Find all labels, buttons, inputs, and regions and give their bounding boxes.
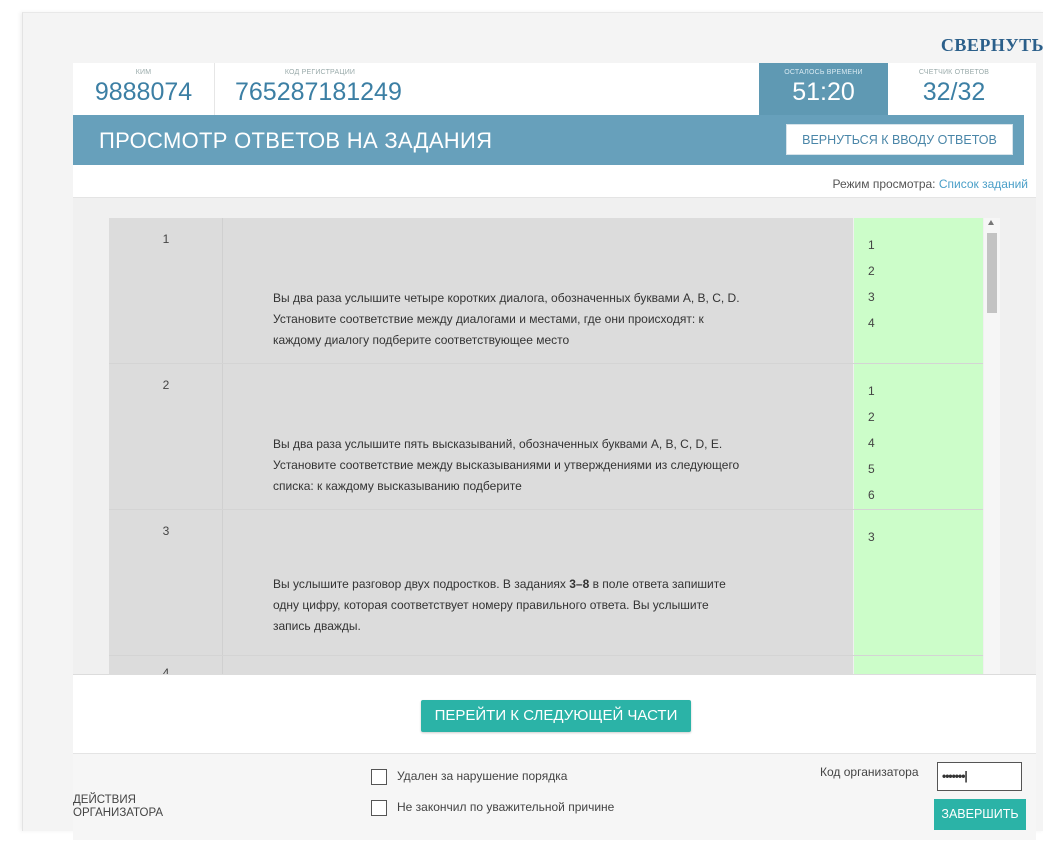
task-list-area: 1 Вы два раза услышите четыре коротких д…	[73, 197, 1036, 675]
organizer-code-input[interactable]: •••••••|	[937, 762, 1022, 791]
answer-value: 3	[868, 290, 875, 304]
organizer-code-label: Код организатора	[820, 765, 919, 779]
task-number: 4	[162, 666, 170, 674]
exam-window: СВЕРНУТЬ КИМ 9888074 КОД РЕГИСТРАЦИИ 765…	[22, 12, 1043, 840]
removed-checkbox-row[interactable]: Удален за нарушение порядка	[371, 769, 567, 785]
info-bar: КИМ 9888074 КОД РЕГИСТРАЦИИ 765287181249…	[73, 63, 1036, 115]
not-finished-checkbox[interactable]	[371, 800, 387, 816]
task-text: Вы два раза услышите четыре коротких диа…	[273, 291, 740, 347]
task-answers: 3	[868, 524, 875, 550]
answer-value: 4	[868, 436, 875, 450]
task-answers: 1	[868, 666, 875, 674]
task-answer-column: 1	[854, 656, 983, 674]
review-panel: КИМ 9888074 КОД РЕГИСТРАЦИИ 765287181249…	[73, 63, 1036, 840]
organizer-actions-footer: ДЕЙСТВИЯ ОРГАНИЗАТОРА Удален за нарушени…	[73, 753, 1036, 840]
answer-value: 5	[868, 462, 875, 476]
view-mode-label: Режим просмотра:	[832, 177, 936, 191]
task-answer-column: 1 2 4 5 6	[854, 364, 983, 509]
not-finished-checkbox-label: Не закончил по уважительной причине	[397, 800, 615, 815]
task-row[interactable]: 3 Вы услышите разговор двух подростков. …	[109, 510, 983, 656]
finish-button[interactable]: ЗАВЕРШИТЬ	[934, 799, 1026, 830]
task-answer-column: 3	[854, 510, 983, 655]
task-number: 1	[162, 232, 170, 246]
task-text-column: Вы два раза услышите четыре коротких диа…	[223, 218, 853, 363]
kim-value: 9888074	[94, 78, 193, 106]
task-answers: 1 2 3 4	[868, 232, 875, 336]
registration-caption: КОД РЕГИСТРАЦИИ	[284, 69, 356, 76]
answer-counter-caption: СЧЕТЧИК ОТВЕТОВ	[918, 69, 990, 76]
answer-counter-value: 32/32	[922, 78, 986, 106]
answer-counter-cell: СЧЕТЧИК ОТВЕТОВ 32/32	[888, 63, 1020, 115]
answer-value: 2	[868, 264, 875, 278]
scroll-thumb[interactable]	[987, 233, 997, 313]
timer-cell: ОСТАЛОСЬ ВРЕМЕНИ 51:20	[759, 63, 888, 115]
task-row[interactable]: 4 1	[109, 656, 983, 674]
task-list[interactable]: 1 Вы два раза услышите четыре коротких д…	[109, 218, 983, 674]
registration-cell: КОД РЕГИСТРАЦИИ 765287181249	[215, 63, 415, 115]
scrollbar[interactable]	[984, 218, 1000, 674]
timer-value: 51:20	[792, 78, 855, 106]
kim-cell: КИМ 9888074	[73, 63, 215, 115]
answer-value: 1	[868, 238, 875, 252]
answer-value: 3	[868, 530, 875, 544]
task-text-column: Вы два раза услышите пять высказываний, …	[223, 364, 853, 509]
timer-caption: ОСТАЛОСЬ ВРЕМЕНИ	[784, 69, 863, 76]
page-title: ПРОСМОТР ОТВЕТОВ НА ЗАДАНИЯ	[99, 128, 493, 153]
view-mode-link[interactable]: Список заданий	[939, 177, 1028, 191]
task-text-column	[223, 656, 853, 674]
title-bar: ПРОСМОТР ОТВЕТОВ НА ЗАДАНИЯ ВЕРНУТЬСЯ К …	[73, 115, 1024, 165]
back-to-answers-button[interactable]: ВЕРНУТЬСЯ К ВВОДУ ОТВЕТОВ	[786, 124, 1013, 155]
task-text-column: Вы услышите разговор двух подростков. В …	[223, 510, 853, 655]
task-answers: 1 2 4 5 6	[868, 378, 875, 508]
organizer-actions-label: ДЕЙСТВИЯ ОРГАНИЗАТОРА	[73, 794, 164, 819]
task-number: 3	[162, 524, 170, 538]
scroll-up-arrow-icon[interactable]	[988, 220, 994, 225]
removed-checkbox[interactable]	[371, 769, 387, 785]
answer-value: 1	[868, 384, 875, 398]
next-part-button[interactable]: ПЕРЕЙТИ К СЛЕДУЮЩЕЙ ЧАСТИ	[421, 700, 691, 732]
kim-caption: КИМ	[135, 69, 152, 76]
task-number-column: 3	[109, 510, 223, 655]
registration-value: 765287181249	[235, 78, 402, 106]
task-text: Вы услышите разговор двух подростков. В …	[273, 574, 743, 637]
task-row[interactable]: 2 Вы два раза услышите пять высказываний…	[109, 364, 983, 510]
task-number-column: 4	[109, 656, 223, 674]
not-finished-checkbox-row[interactable]: Не закончил по уважительной причине	[371, 800, 614, 816]
task-number-column: 1	[109, 218, 223, 363]
task-number: 2	[162, 378, 170, 392]
answer-value: 2	[868, 410, 875, 424]
answer-value: 4	[868, 316, 875, 330]
task-text-part: Вы услышите разговор двух подростков. В …	[273, 577, 570, 591]
collapse-link[interactable]: СВЕРНУТЬ	[941, 35, 1043, 56]
answer-value: 1	[868, 666, 875, 674]
view-mode: Режим просмотра: Список заданий	[832, 177, 1028, 191]
task-text: Вы два раза услышите пять высказываний, …	[273, 437, 740, 493]
task-row[interactable]: 1 Вы два раза услышите четыре коротких д…	[109, 218, 983, 364]
removed-checkbox-label: Удален за нарушение порядка	[397, 769, 568, 784]
answer-value: 6	[868, 488, 875, 502]
task-text-bold: 3–8	[569, 577, 590, 591]
task-number-column: 2	[109, 364, 223, 509]
task-answer-column: 1 2 3 4	[854, 218, 983, 363]
